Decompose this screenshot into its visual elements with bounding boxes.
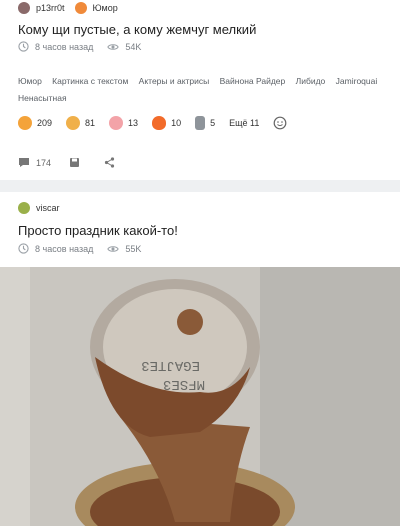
community-name[interactable]: Юмор [93, 3, 118, 13]
grinning-emoji-icon [66, 116, 81, 130]
tag[interactable]: Либидо [296, 73, 326, 90]
moai-emoji-icon [195, 116, 206, 130]
post-image[interactable]: EGAJTE3 MFSE3 [0, 267, 400, 526]
eye-icon [107, 43, 120, 50]
post-header: p13rr0t Юмор [18, 2, 118, 14]
reaction-count: 5 [210, 118, 216, 128]
tag[interactable]: Вайнона Райдер [220, 73, 286, 90]
comments-button[interactable]: 174 [18, 157, 51, 168]
reaction-moai[interactable]: 5 [195, 116, 215, 130]
avatar[interactable] [18, 202, 30, 214]
reaction-fire[interactable]: 10 [152, 116, 181, 130]
svg-text:MFSE3: MFSE3 [163, 376, 205, 392]
post-title[interactable]: Кому щи пустые, а кому жемчуг мелкий [18, 22, 256, 37]
more-reactions-button[interactable]: Ещё 11 [229, 118, 259, 128]
add-reaction-icon[interactable] [273, 116, 287, 130]
svg-text:EGAJTE3: EGAJTE3 [141, 357, 200, 373]
view-count: 54K [125, 41, 142, 52]
eye-icon [107, 245, 120, 252]
post-time: 8 часов назад [35, 243, 94, 254]
reaction-count: 13 [128, 118, 139, 128]
tag[interactable]: Ненасытная [18, 90, 67, 107]
reaction-grinning[interactable]: 81 [66, 116, 95, 130]
post-card: p13rr0t Юмор Кому щи пустые, а кому жемч… [0, 0, 400, 180]
reaction-pig[interactable]: 13 [109, 116, 138, 130]
view-count: 55K [125, 243, 142, 254]
share-button[interactable] [104, 157, 121, 168]
community-avatar[interactable] [74, 2, 87, 14]
author-name[interactable]: p13rr0t [36, 3, 65, 13]
comment-icon [19, 158, 29, 167]
laughing-emoji-icon [18, 116, 32, 130]
comment-count: 174 [36, 157, 52, 168]
post-title[interactable]: Просто праздник какой-то! [18, 223, 178, 238]
save-icon [70, 158, 80, 167]
reactions-bar: 209 81 13 10 5 Ещё 11 [18, 116, 287, 130]
tag[interactable]: Картинка с текстом [52, 73, 128, 90]
post-meta: 8 часов назад 55K [18, 243, 141, 254]
tag-list: Юмор Картинка с текстом Актеры и актрисы… [18, 73, 388, 107]
more-reactions-label: Ещё 11 [229, 118, 260, 128]
clock-icon [18, 41, 29, 52]
share-icon [104, 157, 115, 168]
pig-emoji-icon [109, 116, 124, 130]
fire-emoji-icon [152, 116, 167, 130]
reaction-laughing[interactable]: 209 [18, 116, 52, 130]
author-name[interactable]: viscar [36, 203, 60, 213]
post-actions: 174 [18, 157, 139, 168]
post-meta: 8 часов назад 54K [18, 41, 141, 52]
reaction-count: 10 [171, 118, 182, 128]
post-time: 8 часов назад [35, 41, 94, 52]
save-button[interactable] [69, 157, 86, 168]
post-header: viscar [18, 202, 60, 214]
tag[interactable]: Юмор [18, 73, 42, 90]
reaction-count: 209 [37, 118, 53, 128]
reaction-count: 81 [85, 118, 96, 128]
tag[interactable]: Jamiroquai [336, 73, 378, 90]
avatar[interactable] [18, 2, 30, 14]
tag[interactable]: Актеры и актрисы [139, 73, 210, 90]
clock-icon [18, 243, 29, 254]
post-card: viscar Просто праздник какой-то! 8 часов… [0, 192, 400, 526]
